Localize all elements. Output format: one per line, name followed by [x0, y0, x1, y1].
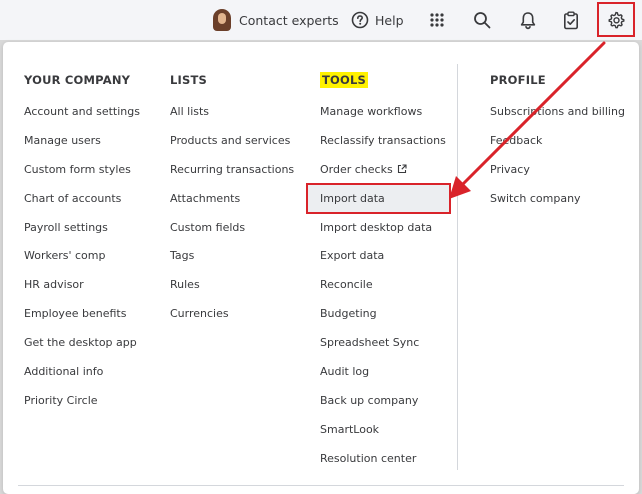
menu-item-manage-users[interactable]: Manage users: [24, 131, 140, 160]
menu-item-export-data[interactable]: Export data: [320, 246, 446, 275]
menu-item-import-data[interactable]: Import data: [320, 189, 446, 218]
column-heading: LISTS: [170, 73, 208, 87]
contact-experts-label: Contact experts: [239, 12, 339, 28]
menu-item-all-lists[interactable]: All lists: [170, 102, 294, 131]
menu-item-reconcile[interactable]: Reconcile: [320, 275, 446, 304]
menu-item-switch-company[interactable]: Switch company: [490, 189, 625, 218]
tools-heading-highlight: TOOLS: [320, 72, 369, 88]
help-icon: [351, 11, 369, 29]
column-heading: YOUR COMPANY: [24, 73, 131, 87]
clipboard-icon[interactable]: [563, 0, 579, 40]
contact-experts-button[interactable]: Contact experts: [213, 0, 339, 40]
menu-item-import-desktop-data[interactable]: Import desktop data: [320, 218, 446, 247]
menu-item-currencies[interactable]: Currencies: [170, 304, 294, 333]
column-lists: LISTS All lists Products and services Re…: [170, 72, 294, 320]
avatar: [213, 9, 231, 31]
menu-item-tags[interactable]: Tags: [170, 246, 294, 275]
menu-item-reclassify-transactions[interactable]: Reclassify transactions: [320, 131, 446, 160]
menu-item-manage-workflows[interactable]: Manage workflows: [320, 102, 446, 131]
menu-list: Account and settings Manage users Custom…: [24, 102, 140, 420]
menu-item-account-and-settings[interactable]: Account and settings: [24, 102, 140, 131]
column-heading: TOOLS: [320, 72, 369, 89]
column-divider: [457, 64, 458, 470]
menu-item-subscriptions-and-billing[interactable]: Subscriptions and billing: [490, 102, 625, 131]
menu-item-rules[interactable]: Rules: [170, 275, 294, 304]
menu-item-products-and-services[interactable]: Products and services: [170, 131, 294, 160]
help-button[interactable]: Help: [351, 0, 404, 40]
menu-item-workers-comp[interactable]: Workers' comp: [24, 246, 140, 275]
menu-list: Manage workflows Reclassify transactions…: [320, 102, 446, 478]
menu-item-back-up-company[interactable]: Back up company: [320, 391, 446, 420]
menu-item-privacy[interactable]: Privacy: [490, 160, 625, 189]
column-heading: PROFILE: [490, 73, 546, 87]
menu-item-custom-fields[interactable]: Custom fields: [170, 218, 294, 247]
panel-bottom-divider: [18, 485, 624, 486]
menu-item-feedback[interactable]: Feedback: [490, 131, 625, 160]
menu-item-smartlook[interactable]: SmartLook: [320, 420, 446, 449]
gear-annotation-box: [597, 2, 635, 37]
menu-item-recurring-transactions[interactable]: Recurring transactions: [170, 160, 294, 189]
menu-item-get-the-desktop-app[interactable]: Get the desktop app: [24, 333, 140, 362]
menu-item-attachments[interactable]: Attachments: [170, 189, 294, 218]
menu-item-audit-log[interactable]: Audit log: [320, 362, 446, 391]
menu-list: Subscriptions and billing Feedback Priva…: [490, 102, 625, 218]
settings-dropdown-panel: YOUR COMPANY Account and settings Manage…: [3, 42, 639, 494]
column-tools: TOOLS Manage workflows Reclassify transa…: [320, 72, 446, 465]
menu-item-additional-info[interactable]: Additional info: [24, 362, 140, 391]
column-profile: PROFILE Subscriptions and billing Feedba…: [490, 72, 625, 205]
apps-grid-icon[interactable]: [429, 0, 445, 40]
menu-item-resolution-center[interactable]: Resolution center: [320, 449, 446, 478]
menu-item-custom-form-styles[interactable]: Custom form styles: [24, 160, 140, 189]
external-link-icon: [397, 161, 407, 181]
order-checks-label: Order checks: [320, 162, 393, 176]
menu-item-priority-circle[interactable]: Priority Circle: [24, 391, 140, 420]
menu-item-order-checks[interactable]: Order checks: [320, 160, 446, 189]
help-label: Help: [375, 12, 404, 28]
menu-item-chart-of-accounts[interactable]: Chart of accounts: [24, 189, 140, 218]
menu-item-employee-benefits[interactable]: Employee benefits: [24, 304, 140, 333]
menu-item-hr-advisor[interactable]: HR advisor: [24, 275, 140, 304]
menu-list: All lists Products and services Recurrin…: [170, 102, 294, 333]
menu-item-budgeting[interactable]: Budgeting: [320, 304, 446, 333]
menu-item-spreadsheet-sync[interactable]: Spreadsheet Sync: [320, 333, 446, 362]
column-your-company: YOUR COMPANY Account and settings Manage…: [24, 72, 140, 407]
bell-icon[interactable]: [519, 0, 537, 40]
top-bar: Contact experts Help: [0, 0, 642, 40]
menu-item-payroll-settings[interactable]: Payroll settings: [24, 218, 140, 247]
search-icon[interactable]: [473, 0, 491, 40]
